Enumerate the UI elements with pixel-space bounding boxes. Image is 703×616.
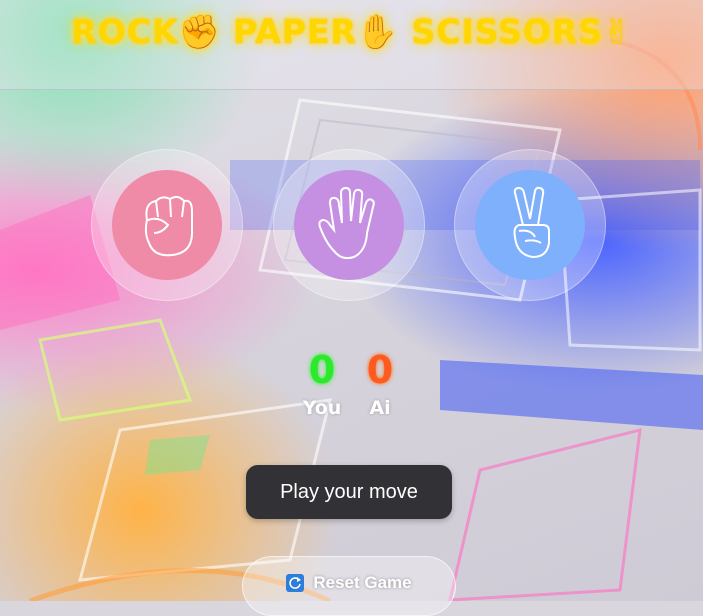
- ai-score-value: 0: [366, 348, 394, 392]
- game-title: ROCK✊ PAPER✋ SCISSORS✌: [71, 12, 632, 51]
- scissors-button[interactable]: [454, 149, 606, 301]
- ai-score-label: Ai: [369, 397, 391, 419]
- rock-circle: [112, 170, 222, 280]
- paper-button[interactable]: [273, 149, 425, 301]
- rock-button[interactable]: [91, 149, 243, 301]
- player-score: 0 You: [292, 345, 352, 419]
- player-score-label: You: [302, 397, 342, 419]
- paper-circle: [294, 170, 404, 280]
- ai-score: 0 Ai: [350, 345, 410, 419]
- fist-icon: [144, 195, 193, 257]
- reset-game-label: Reset Game: [313, 573, 412, 592]
- player-score-value: 0: [308, 348, 336, 392]
- refresh-icon: [286, 574, 305, 592]
- open-hand-icon: [318, 186, 375, 260]
- scissors-circle: [475, 170, 585, 280]
- reset-game-button[interactable]: Reset Game: [242, 556, 456, 616]
- status-message: Play your move: [246, 465, 452, 519]
- victory-hand-icon: [513, 186, 550, 259]
- header-bar: ROCK✊ PAPER✋ SCISSORS✌: [0, 0, 703, 90]
